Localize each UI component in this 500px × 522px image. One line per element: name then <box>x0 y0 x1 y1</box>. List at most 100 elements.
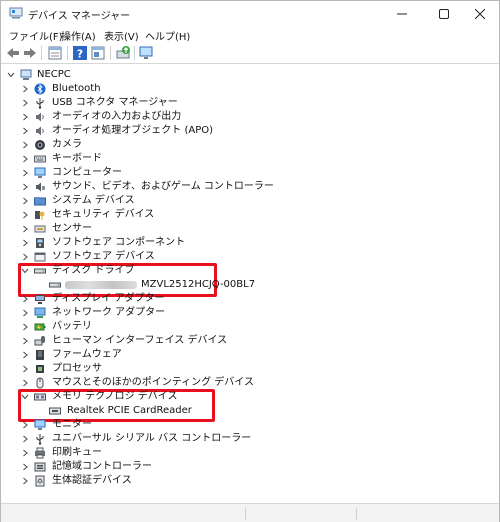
chevron-right-icon[interactable] <box>20 420 30 430</box>
tree-category[interactable]: プロセッサ <box>1 362 491 376</box>
forward-arrow-icon[interactable] <box>22 45 38 61</box>
tree-category[interactable]: カメラ <box>1 138 491 152</box>
tree-item-label: ネットワーク アダプター <box>52 307 166 318</box>
printer-icon <box>35 447 45 459</box>
tree-category[interactable]: オーディオの入力および出力 <box>1 110 491 124</box>
card-reader-icon <box>49 407 61 415</box>
chevron-right-icon[interactable] <box>20 350 30 360</box>
chevron-right-icon[interactable] <box>20 448 30 458</box>
device-manager-icon <box>9 7 23 19</box>
chevron-right-icon[interactable] <box>20 140 30 150</box>
tree-category[interactable]: キーボード <box>1 152 491 166</box>
memory-technology-icon <box>34 393 46 401</box>
camera-icon <box>35 140 45 150</box>
chevron-right-icon[interactable] <box>20 252 30 262</box>
tree-category[interactable]: オーディオ処理オブジェクト (APO) <box>1 124 491 138</box>
tree-category[interactable]: ソフトウェア コンポーネント <box>1 236 491 250</box>
tree-category[interactable]: サウンド、ビデオ、およびゲーム コントローラー <box>1 180 491 194</box>
tree-category[interactable]: ソフトウェア デバイス <box>1 250 491 264</box>
chevron-right-icon[interactable] <box>20 126 30 136</box>
tree-category[interactable]: センサー <box>1 222 491 236</box>
display-adapter-icon <box>35 295 45 304</box>
back-arrow-icon[interactable] <box>5 45 21 61</box>
keyboard-icon <box>34 155 46 163</box>
chevron-down-icon[interactable] <box>20 392 30 402</box>
toolbar-separator <box>110 46 111 60</box>
chevron-right-icon[interactable] <box>20 84 30 94</box>
update-driver-icon[interactable] <box>115 45 131 61</box>
device-tree[interactable]: NECPC Bluetooth USB コネクタ マネージャー オーディオの入力および… <box>1 63 499 504</box>
chevron-right-icon[interactable] <box>20 462 30 472</box>
tree-item-label: Bluetooth <box>52 83 101 94</box>
tree-category[interactable]: マウスとそのほかのポインティング デバイス <box>1 376 491 390</box>
tree-category[interactable]: ディスク ドライブ <box>1 264 491 278</box>
tree-category[interactable]: バッテリ <box>1 320 491 334</box>
minimize-icon <box>397 13 407 15</box>
chevron-right-icon[interactable] <box>20 238 30 248</box>
chevron-down-icon[interactable] <box>6 70 16 80</box>
close-button[interactable] <box>461 1 499 27</box>
chevron-right-icon[interactable] <box>20 378 30 388</box>
tree-item-label: ソフトウェア デバイス <box>52 251 155 262</box>
chevron-right-icon[interactable] <box>20 168 30 178</box>
chevron-right-icon[interactable] <box>20 98 30 108</box>
tree-item-label: NECPC <box>37 69 71 80</box>
chevron-right-icon[interactable] <box>20 154 30 164</box>
chevron-right-icon[interactable] <box>20 196 30 206</box>
chevron-right-icon[interactable] <box>20 294 30 304</box>
tree-category[interactable]: ヒューマン インターフェイス デバイス <box>1 334 491 348</box>
tree-category[interactable]: コンピューター <box>1 166 491 180</box>
tree-category[interactable]: ネットワーク アダプター <box>1 306 491 320</box>
usb-controller-icon <box>36 434 44 445</box>
help-icon[interactable]: ? <box>72 45 88 61</box>
tree-category[interactable]: メモリ テクノロジ デバイス <box>1 390 491 404</box>
title-bar[interactable]: デバイス マネージャー <box>1 1 499 27</box>
chevron-right-icon[interactable] <box>20 322 30 332</box>
chevron-right-icon[interactable] <box>20 476 30 486</box>
chevron-right-icon[interactable] <box>20 210 30 220</box>
maximize-button[interactable] <box>425 1 463 27</box>
tree-category[interactable]: ファームウェア <box>1 348 491 362</box>
tree-category[interactable]: セキュリティ デバイス <box>1 208 491 222</box>
tree-device[interactable]: MZVL2512HCJQ-00BL7 <box>1 278 491 292</box>
tree-category[interactable]: ディスプレイ アダプター <box>1 292 491 306</box>
tree-item-label: モニター <box>52 419 92 430</box>
tree-category[interactable]: 生体認証デバイス <box>1 474 491 488</box>
menu-file[interactable]: ファイル(F) <box>9 28 63 43</box>
monitor-icon[interactable] <box>138 45 154 61</box>
tree-item-label: ソフトウェア コンポーネント <box>52 237 186 248</box>
menu-view[interactable]: 表示(V) <box>104 28 139 43</box>
tree-category[interactable]: Bluetooth <box>1 82 491 96</box>
toolbar-separator <box>134 46 135 60</box>
software-device-icon <box>34 252 46 262</box>
toolbar-separator <box>67 46 68 60</box>
tree-category[interactable]: モニター <box>1 418 491 432</box>
chevron-right-icon[interactable] <box>20 224 30 234</box>
tree-item-label: ディスプレイ アダプター <box>52 293 165 304</box>
minimize-button[interactable] <box>383 1 421 27</box>
tree-category[interactable]: ユニバーサル シリアル バス コントローラー <box>1 432 491 446</box>
tree-category[interactable]: 記憶域コントローラー <box>1 460 491 474</box>
menu-action[interactable]: 操作(A) <box>61 28 96 43</box>
chevron-down-icon[interactable] <box>20 266 30 276</box>
sound-icon <box>36 182 45 192</box>
tree-category[interactable]: システム デバイス <box>1 194 491 208</box>
chevron-right-icon[interactable] <box>20 112 30 122</box>
window-icon[interactable] <box>90 45 106 61</box>
menu-help[interactable]: ヘルプ(H) <box>145 28 190 43</box>
chevron-right-icon[interactable] <box>20 364 30 374</box>
tree-device[interactable]: Realtek PCIE CardReader <box>1 404 491 418</box>
tree-item-label: 生体認証デバイス <box>52 475 132 486</box>
chevron-right-icon[interactable] <box>20 434 30 444</box>
chevron-right-icon[interactable] <box>20 308 30 318</box>
monitor-icon <box>34 419 46 430</box>
properties-icon[interactable] <box>47 45 63 61</box>
chevron-right-icon[interactable] <box>20 182 30 192</box>
tree-category[interactable]: USB コネクタ マネージャー <box>1 96 491 110</box>
disk-drive-icon <box>49 282 61 288</box>
tree-category[interactable]: 印刷キュー <box>1 446 491 460</box>
tree-root-necpc[interactable]: NECPC <box>1 68 491 82</box>
chevron-right-icon[interactable] <box>20 336 30 346</box>
tree-item-label: ディスク ドライブ <box>52 265 135 276</box>
tree-item-label: MZVL2512HCJQ-00BL7 <box>141 279 256 290</box>
